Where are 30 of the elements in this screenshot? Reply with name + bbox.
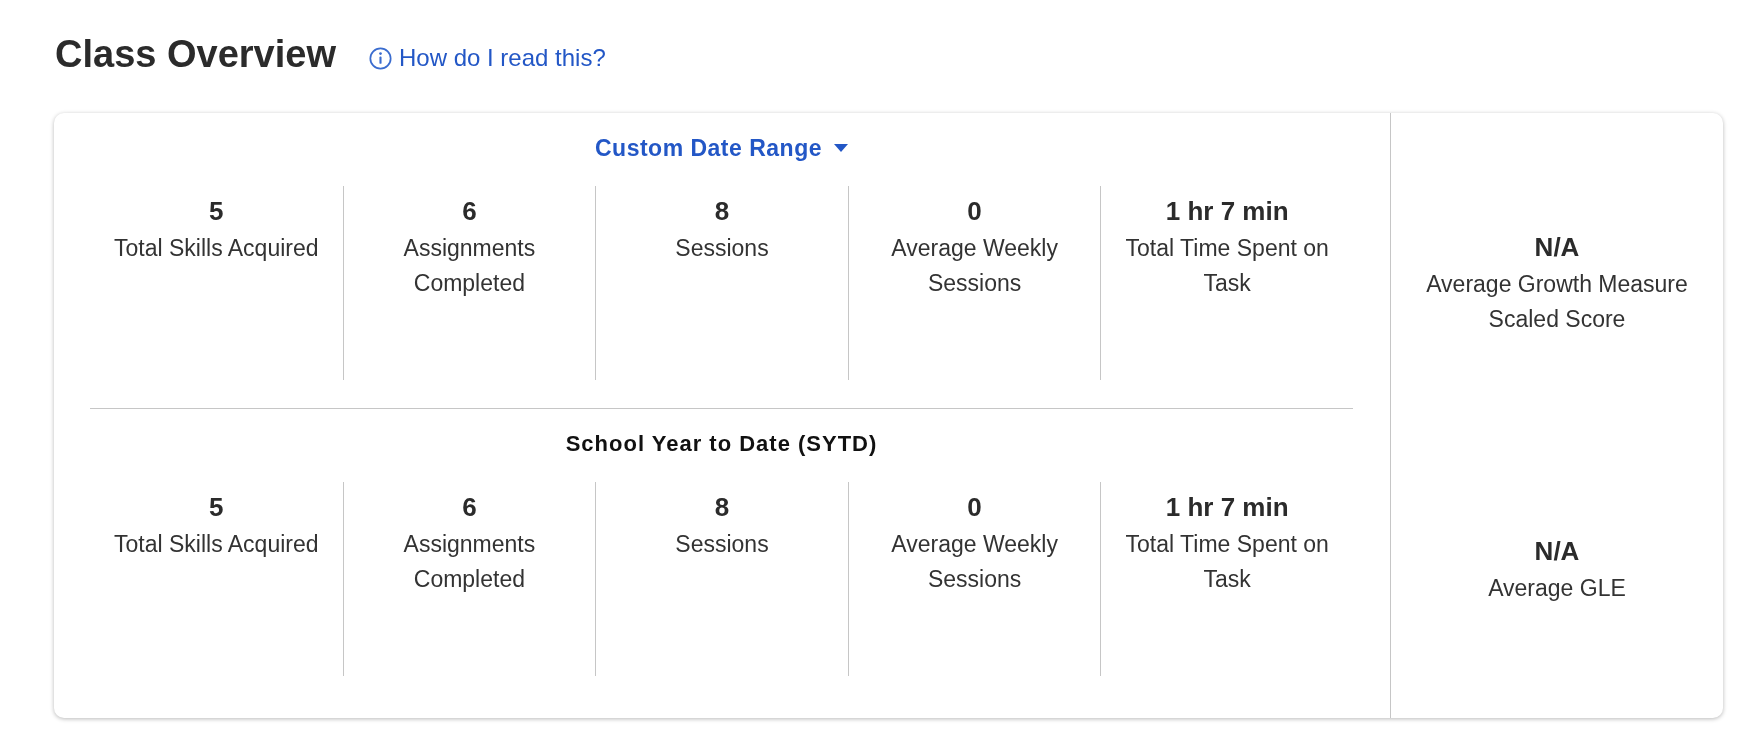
stat-value: 5 xyxy=(209,196,224,226)
stat-value: 1 hr 7 min xyxy=(1165,492,1289,522)
help-link[interactable]: How do I read this? xyxy=(368,44,606,72)
score-value: N/A xyxy=(1534,232,1580,262)
section-heading: School Year to Date (SYTD) xyxy=(565,430,878,458)
page-title: Class Overview xyxy=(55,34,336,74)
stat-label: Total Time Spent on Task xyxy=(1124,234,1330,298)
stat-value: 8 xyxy=(714,196,730,226)
stat-label: Total Skills Acquired xyxy=(114,530,319,559)
stat-value: 8 xyxy=(714,492,730,522)
caret-icon xyxy=(834,144,848,152)
score-label: Average GLE xyxy=(1488,574,1626,603)
stat-label: Assignments Completed xyxy=(402,234,537,298)
score-value: N/A xyxy=(1534,536,1580,566)
stat-label: Total Skills Acquired xyxy=(114,234,319,263)
score-label: Average Growth Measure Scaled Score xyxy=(1425,270,1689,334)
stat-label: Assignments Completed xyxy=(402,530,537,594)
stat-label: Average Weekly Sessions xyxy=(890,234,1059,298)
stat-value: 6 xyxy=(462,196,477,226)
stat-value: 0 xyxy=(967,492,982,522)
date-range-dropdown[interactable]: Custom Date Range xyxy=(594,134,848,162)
stat-label: Sessions xyxy=(675,530,769,559)
stat-label: Total Time Spent on Task xyxy=(1124,530,1330,594)
stat-value: 0 xyxy=(967,196,982,226)
stat-value: 5 xyxy=(209,492,224,522)
stat-value: 6 xyxy=(462,492,477,522)
stat-value: 1 hr 7 min xyxy=(1165,196,1289,226)
stat-label: Sessions xyxy=(675,234,769,263)
stat-label: Average Weekly Sessions xyxy=(890,530,1059,594)
info-icon xyxy=(368,46,392,70)
